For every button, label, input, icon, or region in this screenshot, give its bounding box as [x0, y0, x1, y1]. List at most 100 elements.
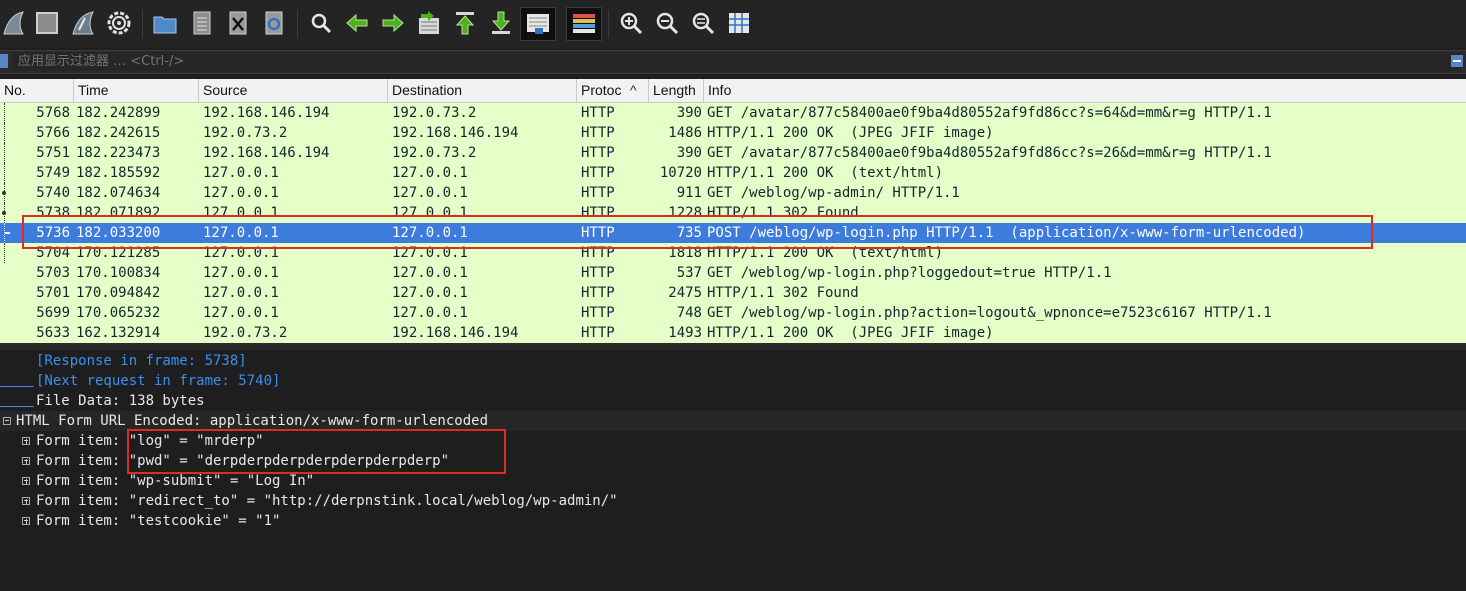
- packet-row[interactable]: 5751 182.223473 192.168.146.194 192.0.73…: [0, 143, 1466, 163]
- form-item-redirect-to[interactable]: Form item: "redirect_to" = "http://derpn…: [0, 491, 1466, 511]
- expand-icon[interactable]: [22, 477, 30, 485]
- zoom-reset-icon[interactable]: [690, 10, 716, 36]
- packet-protocol: HTTP: [581, 265, 615, 281]
- next-request-link[interactable]: [Next request in frame: 5740]: [0, 371, 1466, 391]
- column-header-protocol[interactable]: Protoc ^: [577, 79, 649, 102]
- column-header-time[interactable]: Time: [74, 79, 199, 102]
- filter-bookmark-left-icon[interactable]: [0, 54, 8, 68]
- expand-icon[interactable]: [22, 517, 30, 525]
- packet-row[interactable]: 5740 182.074634 127.0.0.1 127.0.0.1 HTTP…: [0, 183, 1466, 203]
- form-item-pwd[interactable]: Form item: "pwd" = "derpderpderpderpderp…: [0, 451, 1466, 471]
- tree-item-label: Form item: "pwd" = "derpderpderpderpderp…: [36, 453, 450, 469]
- autoscroll-icon[interactable]: [520, 7, 556, 41]
- column-header-no[interactable]: No.: [0, 79, 74, 102]
- expand-icon[interactable]: [22, 497, 30, 505]
- packet-row[interactable]: 5699 170.065232 127.0.0.1 127.0.0.1 HTTP…: [0, 303, 1466, 323]
- column-header-destination[interactable]: Destination: [388, 79, 577, 102]
- packet-protocol: HTTP: [581, 245, 615, 261]
- forward-arrow-icon[interactable]: [380, 10, 406, 36]
- packet-list: 5768 182.242899 192.168.146.194 192.0.73…: [0, 103, 1466, 343]
- link-text: [Response in frame: 5738]: [36, 353, 247, 369]
- packet-length: 911: [676, 185, 702, 201]
- packet-length: 748: [676, 305, 702, 321]
- file-data-item[interactable]: File Data: 138 bytes: [0, 391, 1466, 411]
- packet-protocol: HTTP: [581, 105, 615, 121]
- expand-icon[interactable]: [22, 437, 30, 445]
- packet-source: 127.0.0.1: [203, 245, 279, 261]
- packet-row[interactable]: 5633 162.132914 192.0.73.2 192.168.146.1…: [0, 323, 1466, 343]
- packet-row[interactable]: 5766 182.242615 192.0.73.2 192.168.146.1…: [0, 123, 1466, 143]
- shark-restart-icon[interactable]: [70, 10, 96, 36]
- column-header-label: Length: [653, 82, 696, 98]
- packet-info: GET /avatar/877c58400ae0f9ba4d80552af9fd…: [707, 145, 1272, 161]
- resize-columns-icon[interactable]: [726, 10, 752, 36]
- packet-number: 5768: [36, 105, 70, 121]
- packet-time: 182.242899: [76, 105, 161, 121]
- back-arrow-icon[interactable]: [344, 10, 370, 36]
- tree-item-label: Form item: "wp-submit" = "Log In": [36, 473, 315, 489]
- packet-info: HTTP/1.1 302 Found: [707, 205, 859, 221]
- reload-icon[interactable]: [261, 10, 287, 36]
- form-item-log[interactable]: Form item: "log" = "mrderp": [0, 431, 1466, 451]
- column-header-source[interactable]: Source: [199, 79, 388, 102]
- open-folder-icon[interactable]: [152, 10, 178, 36]
- packet-length: 1493: [668, 325, 702, 341]
- filter-apply-icon[interactable]: [1450, 54, 1464, 68]
- form-urlencoded-tree-node[interactable]: HTML Form URL Encoded: application/x-www…: [0, 411, 1466, 431]
- expand-icon[interactable]: [22, 457, 30, 465]
- column-header-label: No.: [4, 82, 26, 98]
- tree-item-label: File Data: 138 bytes: [36, 393, 205, 409]
- packet-length: 390: [676, 145, 702, 161]
- packet-destination: 192.0.73.2: [392, 105, 477, 121]
- collapse-icon[interactable]: [3, 417, 11, 425]
- column-header-label: Protoc: [581, 82, 622, 98]
- packet-row[interactable]: 5701 170.094842 127.0.0.1 127.0.0.1 HTTP…: [0, 283, 1466, 303]
- form-item-testcookie[interactable]: Form item: "testcookie" = "1": [0, 511, 1466, 531]
- packet-row[interactable]: 5749 182.185592 127.0.0.1 127.0.0.1 HTTP…: [0, 163, 1466, 183]
- packet-number: 5751: [36, 145, 70, 161]
- gear-icon[interactable]: [106, 10, 132, 36]
- column-header-label: Destination: [392, 82, 463, 98]
- first-packet-icon[interactable]: [452, 10, 478, 36]
- response-in-frame-link[interactable]: [Response in frame: 5738]: [0, 351, 1466, 371]
- colorize-icon[interactable]: [566, 7, 602, 41]
- column-header-info[interactable]: Info: [704, 79, 1466, 102]
- file-icon[interactable]: [189, 10, 215, 36]
- packet-protocol: HTTP: [581, 205, 615, 221]
- packet-number: 5699: [36, 305, 70, 321]
- packet-destination: 127.0.0.1: [392, 285, 468, 301]
- packet-protocol: HTTP: [581, 285, 615, 301]
- packet-time: 162.132914: [76, 325, 161, 341]
- packet-protocol: HTTP: [581, 325, 615, 341]
- packet-time: 182.223473: [76, 145, 161, 161]
- link-text: [Next request in frame: 5740]: [36, 373, 281, 389]
- stop-icon[interactable]: [34, 10, 60, 36]
- packet-row[interactable]: 5768 182.242899 192.168.146.194 192.0.73…: [0, 103, 1466, 123]
- packet-row[interactable]: 5704 170.121285 127.0.0.1 127.0.0.1 HTTP…: [0, 243, 1466, 263]
- zoom-out-icon[interactable]: [654, 10, 680, 36]
- packet-source: 127.0.0.1: [203, 205, 279, 221]
- column-header-label: Source: [203, 82, 248, 98]
- packet-list-header: No. Time Source Destination Protoc ^ Leng…: [0, 79, 1466, 103]
- packet-row[interactable]: 5703 170.100834 127.0.0.1 127.0.0.1 HTTP…: [0, 263, 1466, 283]
- packet-row-selected[interactable]: 5736 182.033200 127.0.0.1 127.0.0.1 HTTP…: [0, 223, 1466, 243]
- packet-destination: 127.0.0.1: [392, 225, 468, 241]
- column-header-label: Time: [78, 82, 109, 98]
- display-filter-input[interactable]: [12, 52, 1460, 71]
- packet-source: 192.0.73.2: [203, 125, 288, 141]
- form-item-wp-submit[interactable]: Form item: "wp-submit" = "Log In": [0, 471, 1466, 491]
- close-file-icon[interactable]: [225, 10, 251, 36]
- pane-splitter[interactable]: [0, 343, 1466, 350]
- search-icon[interactable]: [308, 10, 334, 36]
- shark-fin-icon[interactable]: [0, 10, 26, 36]
- packet-time: 170.094842: [76, 285, 161, 301]
- packet-row[interactable]: 5738 182.071892 127.0.0.1 127.0.0.1 HTTP…: [0, 203, 1466, 223]
- packet-length: 1228: [668, 205, 702, 221]
- tree-item-label: Form item: "log" = "mrderp": [36, 433, 264, 449]
- column-header-length[interactable]: Length: [649, 79, 704, 102]
- packet-destination: 192.168.146.194: [392, 125, 519, 141]
- packet-info: HTTP/1.1 302 Found: [707, 285, 859, 301]
- zoom-in-icon[interactable]: [618, 10, 644, 36]
- go-to-packet-icon[interactable]: [416, 10, 442, 36]
- last-packet-icon[interactable]: [488, 10, 514, 36]
